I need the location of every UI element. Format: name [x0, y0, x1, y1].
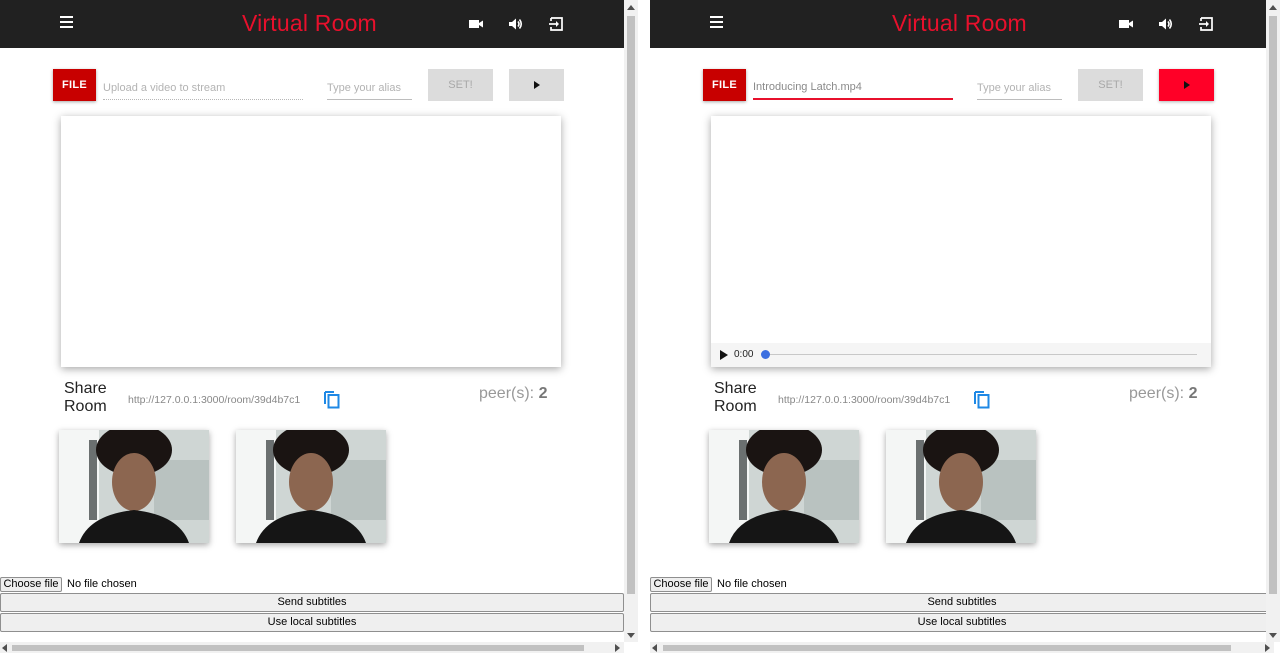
- upload-video-input[interactable]: [103, 76, 303, 100]
- set-alias-button[interactable]: SET!: [1078, 69, 1143, 101]
- video-time: 0:00: [734, 349, 754, 360]
- share-room-label: Share Room: [64, 380, 107, 415]
- alias-input[interactable]: [327, 76, 412, 100]
- send-subtitles-button[interactable]: Send subtitles: [0, 593, 624, 612]
- scroll-thumb[interactable]: [1269, 16, 1277, 594]
- use-local-subtitles-button[interactable]: Use local subtitles: [650, 613, 1274, 632]
- room-url: http://127.0.0.1:3000/room/39d4b7c1: [778, 394, 951, 406]
- seek-handle[interactable]: [761, 350, 770, 359]
- hamburger-menu-icon[interactable]: [709, 16, 725, 30]
- app-bar: Virtual Room: [0, 0, 624, 48]
- exit-icon[interactable]: [546, 14, 566, 34]
- file-button[interactable]: FILE: [703, 69, 746, 101]
- upload-video-input[interactable]: [753, 76, 953, 100]
- video-camera-icon[interactable]: [1116, 14, 1136, 34]
- play-button[interactable]: [1159, 69, 1214, 101]
- video-camera-icon[interactable]: [466, 14, 486, 34]
- peer-video-tile: [709, 430, 859, 543]
- video-player[interactable]: 0:00: [711, 116, 1211, 367]
- app-title: Virtual Room: [242, 10, 377, 36]
- share-room-label: Share Room: [714, 380, 757, 415]
- alias-input[interactable]: [977, 76, 1062, 100]
- scroll-thumb[interactable]: [12, 645, 584, 651]
- no-file-label: No file chosen: [67, 578, 137, 590]
- file-button[interactable]: FILE: [53, 69, 96, 101]
- video-seek-bar[interactable]: [761, 350, 1197, 359]
- choose-file-button[interactable]: Choose file: [650, 577, 712, 592]
- scroll-right-arrow-icon[interactable]: [1265, 644, 1270, 652]
- scroll-right-arrow-icon[interactable]: [615, 644, 620, 652]
- scroll-up-arrow-icon[interactable]: [1269, 5, 1277, 10]
- scroll-thumb[interactable]: [663, 645, 1231, 651]
- browser-window-left: Virtual Room FILE SET! Share Room http:/…: [0, 0, 624, 653]
- peer-video-tile: [59, 430, 209, 543]
- play-icon: [1184, 81, 1190, 89]
- peers-label: peer(s):: [1129, 385, 1189, 402]
- play-button[interactable]: [509, 69, 564, 101]
- volume-icon[interactable]: [1156, 14, 1176, 34]
- use-local-subtitles-button[interactable]: Use local subtitles: [0, 613, 624, 632]
- horizontal-scrollbar[interactable]: [0, 642, 624, 653]
- hamburger-menu-icon[interactable]: [59, 16, 75, 30]
- vertical-scrollbar[interactable]: [1266, 0, 1280, 642]
- no-file-label: No file chosen: [717, 578, 787, 590]
- volume-icon[interactable]: [506, 14, 526, 34]
- vertical-scrollbar[interactable]: [624, 0, 638, 642]
- peers-label: peer(s):: [479, 385, 539, 402]
- peers-count: peer(s): 2: [479, 385, 547, 403]
- video-controls: 0:00: [711, 343, 1211, 367]
- send-subtitles-button[interactable]: Send subtitles: [650, 593, 1274, 612]
- peers-number: 2: [538, 385, 548, 402]
- peers-count: peer(s): 2: [1129, 385, 1197, 403]
- app-title: Virtual Room: [892, 10, 1027, 36]
- app-bar: Virtual Room: [650, 0, 1274, 48]
- peer-video-tile: [236, 430, 386, 543]
- room-url: http://127.0.0.1:3000/room/39d4b7c1: [128, 394, 301, 406]
- set-alias-button[interactable]: SET!: [428, 69, 493, 101]
- play-icon: [534, 81, 540, 89]
- choose-file-button[interactable]: Choose file: [0, 577, 62, 592]
- browser-window-right: Virtual Room FILE SET! 0:00 Share Room h…: [650, 0, 1274, 653]
- copy-icon[interactable]: [321, 388, 343, 410]
- video-player[interactable]: [61, 116, 561, 367]
- exit-icon[interactable]: [1196, 14, 1216, 34]
- scroll-down-arrow-icon[interactable]: [1269, 633, 1277, 638]
- horizontal-scrollbar[interactable]: [650, 642, 1274, 653]
- copy-icon[interactable]: [971, 388, 993, 410]
- scroll-thumb[interactable]: [627, 16, 635, 594]
- scroll-left-arrow-icon[interactable]: [652, 644, 657, 652]
- video-play-icon[interactable]: [720, 350, 728, 360]
- scroll-down-arrow-icon[interactable]: [627, 633, 635, 638]
- scroll-up-arrow-icon[interactable]: [627, 5, 635, 10]
- peers-number: 2: [1188, 385, 1198, 402]
- peer-video-tile: [886, 430, 1036, 543]
- scroll-left-arrow-icon[interactable]: [2, 644, 7, 652]
